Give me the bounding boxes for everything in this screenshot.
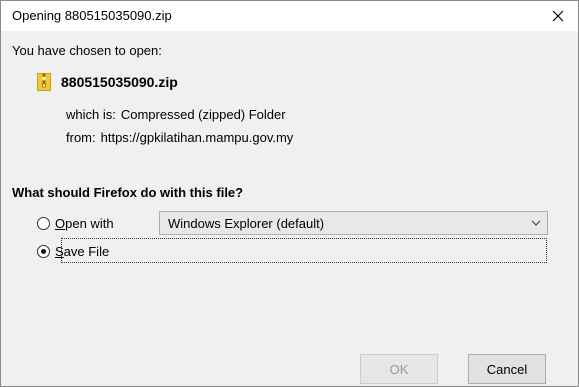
open-with-option[interactable]: Open with <box>37 213 114 233</box>
action-question: What should Firefox do with this file? <box>12 185 244 200</box>
file-row: 880515035090.zip <box>37 72 178 92</box>
open-with-label: Open with <box>55 215 114 231</box>
file-source-row: from: https://gpkilatihan.mampu.gov.my <box>66 130 293 145</box>
close-icon <box>552 10 564 22</box>
ok-button[interactable]: OK <box>360 354 438 384</box>
file-type-value: Compressed (zipped) Folder <box>120 107 286 122</box>
file-source-value: https://gpkilatihan.mampu.gov.my <box>100 130 294 145</box>
file-type-label: which is: <box>66 107 116 122</box>
save-file-focus-ring <box>61 238 547 263</box>
close-button[interactable] <box>538 1 578 31</box>
file-name: 880515035090.zip <box>61 74 178 90</box>
download-dialog: Opening 880515035090.zip You have chosen… <box>0 0 579 387</box>
open-with-radio[interactable] <box>37 216 50 230</box>
selected-app: Windows Explorer (default) <box>168 215 325 231</box>
save-file-option[interactable]: Save File <box>37 241 109 261</box>
chosen-label: You have chosen to open: <box>12 43 162 58</box>
title-bar[interactable]: Opening 880515035090.zip <box>1 1 578 31</box>
window-title: Opening 880515035090.zip <box>12 8 172 23</box>
open-with-app-select[interactable]: Windows Explorer (default) <box>159 211 548 235</box>
save-file-label: Save File <box>55 243 110 259</box>
cancel-button[interactable]: Cancel <box>468 354 546 384</box>
dialog-body: You have chosen to open: 880515035090.zi… <box>1 31 578 386</box>
save-file-radio[interactable] <box>37 244 50 258</box>
file-type-row: which is: Compressed (zipped) Folder <box>66 107 286 122</box>
chevron-down-icon <box>531 220 541 226</box>
file-source-label: from: <box>66 130 96 145</box>
zip-folder-icon <box>37 73 51 91</box>
